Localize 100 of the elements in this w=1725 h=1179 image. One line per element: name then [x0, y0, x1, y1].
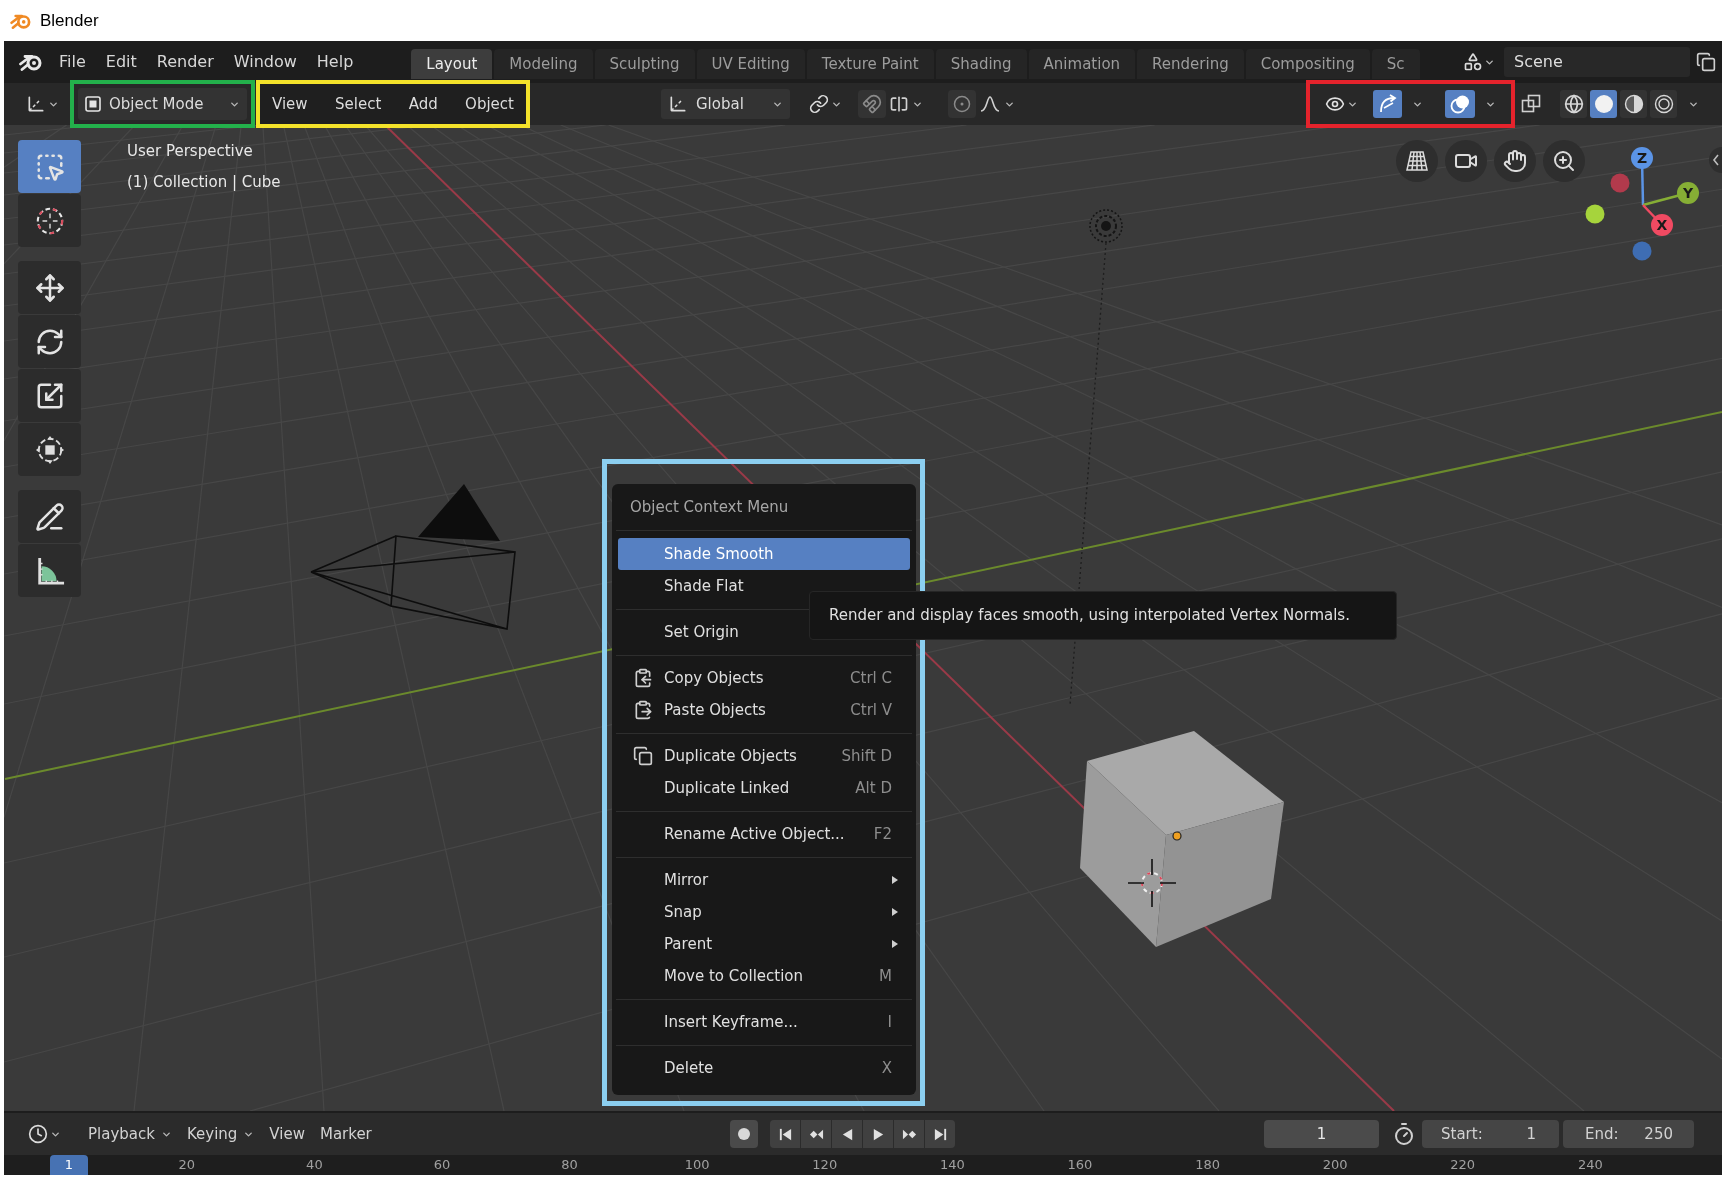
- grid-view-button[interactable]: [1396, 140, 1438, 182]
- menu-item[interactable]: Mirror: [618, 864, 910, 896]
- menu-item[interactable]: Paste Objects Ctrl V: [618, 694, 910, 726]
- playback-button[interactable]: [832, 1120, 862, 1148]
- menu-item[interactable]: Duplicate Objects Shift D: [618, 740, 910, 772]
- menu-item[interactable]: Snap: [618, 896, 910, 928]
- shading-button[interactable]: [1620, 90, 1647, 118]
- workspace-tab[interactable]: Modeling: [494, 49, 593, 79]
- workspace-tab[interactable]: Rendering: [1137, 49, 1244, 79]
- axis-label: Z: [1636, 150, 1648, 166]
- playback-button[interactable]: [801, 1120, 831, 1148]
- menu-button[interactable]: Render: [156, 52, 214, 72]
- tool-button[interactable]: [18, 544, 81, 597]
- skip-start-icon: [777, 1126, 793, 1142]
- end-frame-field[interactable]: End: 250: [1563, 1120, 1694, 1148]
- tool-button[interactable]: [18, 194, 81, 247]
- menu-button[interactable]: File: [59, 52, 86, 72]
- crosshair-circle-icon: [34, 205, 65, 236]
- menu-button[interactable]: Marker: [319, 1122, 372, 1146]
- menu-button[interactable]: Help: [316, 52, 354, 72]
- menu-button[interactable]: Object: [457, 89, 522, 119]
- axis-label: X: [1656, 217, 1668, 233]
- workspace-tab[interactable]: Layout: [411, 49, 493, 79]
- tool-button[interactable]: [18, 369, 81, 422]
- frame-number: 200: [1322, 1156, 1348, 1174]
- camera-view-button[interactable]: [1445, 140, 1487, 182]
- window-title: Blender: [40, 9, 99, 32]
- tool-button[interactable]: [18, 423, 81, 476]
- app-logo-icon[interactable]: [19, 52, 43, 72]
- arc-arrow-icon: [1377, 94, 1398, 114]
- shading-button[interactable]: [1590, 90, 1617, 118]
- gizmo-toggle[interactable]: [1373, 90, 1402, 118]
- sidebar-toggle-icon[interactable]: [1709, 147, 1722, 173]
- shading-button[interactable]: [1650, 90, 1677, 118]
- shortcut-label: Alt D: [855, 777, 892, 799]
- workspace-tab[interactable]: Texture Paint: [806, 49, 934, 79]
- axis-ball-icon[interactable]: [1677, 182, 1699, 204]
- workspace-tab[interactable]: Shading: [935, 49, 1027, 79]
- pan-button[interactable]: [1494, 140, 1536, 182]
- menu-button[interactable]: Keying: [186, 1122, 255, 1146]
- menu-item[interactable]: Copy Objects Ctrl C: [618, 662, 910, 694]
- menu-item[interactable]: Delete X: [618, 1052, 910, 1084]
- tool-button[interactable]: [18, 315, 81, 368]
- stacked-squares-icon: [633, 746, 653, 766]
- field-value: 250: [1644, 1123, 1673, 1145]
- menu-item[interactable]: Shade Smooth: [618, 538, 910, 570]
- workspace-tab[interactable]: Sc: [1371, 49, 1420, 79]
- playback-button[interactable]: [863, 1120, 893, 1148]
- menu-button[interactable]: Playback: [88, 1122, 172, 1146]
- menu-item[interactable]: Rename Active Object... F2: [618, 818, 910, 850]
- tool-button[interactable]: [18, 490, 81, 543]
- menu-button[interactable]: Edit: [105, 52, 137, 72]
- frame-number: 40: [306, 1156, 323, 1174]
- workspace-tab[interactable]: Sculpting: [594, 49, 695, 79]
- stopwatch-icon[interactable]: [1392, 1122, 1416, 1146]
- axis-ball-icon[interactable]: [1585, 204, 1605, 224]
- record-button[interactable]: [730, 1120, 758, 1148]
- menu-button[interactable]: View: [269, 1122, 305, 1146]
- shortcut-label: M: [879, 965, 892, 987]
- tool-button[interactable]: [18, 261, 81, 314]
- menu-item[interactable]: Parent: [618, 928, 910, 960]
- record-dot-icon: [738, 1128, 750, 1140]
- square-icon: [85, 96, 101, 112]
- overlays-toggle[interactable]: [1445, 90, 1475, 118]
- wire-sphere-icon: [1563, 94, 1584, 114]
- workspace-tab[interactable]: Animation: [1028, 49, 1136, 79]
- axes-icon: [668, 94, 688, 114]
- snap-toggle[interactable]: [858, 90, 886, 118]
- playback-button[interactable]: [770, 1120, 800, 1148]
- axis-ball-icon[interactable]: [1651, 214, 1673, 236]
- workspace-tab[interactable]: Compositing: [1245, 49, 1370, 79]
- frame-number: 20: [178, 1156, 196, 1174]
- zoom-button[interactable]: [1543, 140, 1585, 182]
- frame-number: 140: [939, 1156, 965, 1174]
- shapes-icon: [1463, 52, 1483, 72]
- menu-item[interactable]: Duplicate Linked Alt D: [618, 772, 910, 804]
- proportional-toggle[interactable]: [948, 90, 976, 118]
- playback-button[interactable]: [925, 1120, 955, 1148]
- split-square-icon[interactable]: [889, 94, 909, 114]
- mode-dropdown[interactable]: Object Mode: [78, 88, 247, 120]
- menu-button[interactable]: View: [264, 89, 316, 119]
- falloff-curve-icon[interactable]: [980, 96, 1000, 112]
- shortcut-label: Ctrl V: [850, 699, 892, 721]
- axis-ball-icon[interactable]: [1631, 147, 1653, 169]
- menu-button[interactable]: Window: [233, 52, 297, 72]
- ringed-sphere-icon: [1653, 94, 1674, 114]
- start-frame-field[interactable]: Start: 1: [1422, 1120, 1559, 1148]
- menu-button[interactable]: Add: [400, 89, 446, 119]
- shading-button[interactable]: [1560, 90, 1587, 118]
- current-frame-field[interactable]: 1: [1264, 1120, 1379, 1148]
- playhead-marker[interactable]: 1: [50, 1155, 88, 1175]
- menu-item[interactable]: Move to Collection M: [618, 960, 910, 992]
- menu-button[interactable]: Select: [327, 89, 390, 119]
- scene-field[interactable]: Scene: [1504, 47, 1690, 77]
- menu-item[interactable]: Insert Keyframe... I: [618, 1006, 910, 1038]
- overlapping-circles-icon: [1450, 94, 1470, 114]
- playback-button[interactable]: [894, 1120, 924, 1148]
- workspace-tab[interactable]: UV Editing: [696, 49, 805, 79]
- orientation-dropdown[interactable]: Global: [661, 89, 790, 119]
- clipboard-icon: [633, 700, 653, 720]
